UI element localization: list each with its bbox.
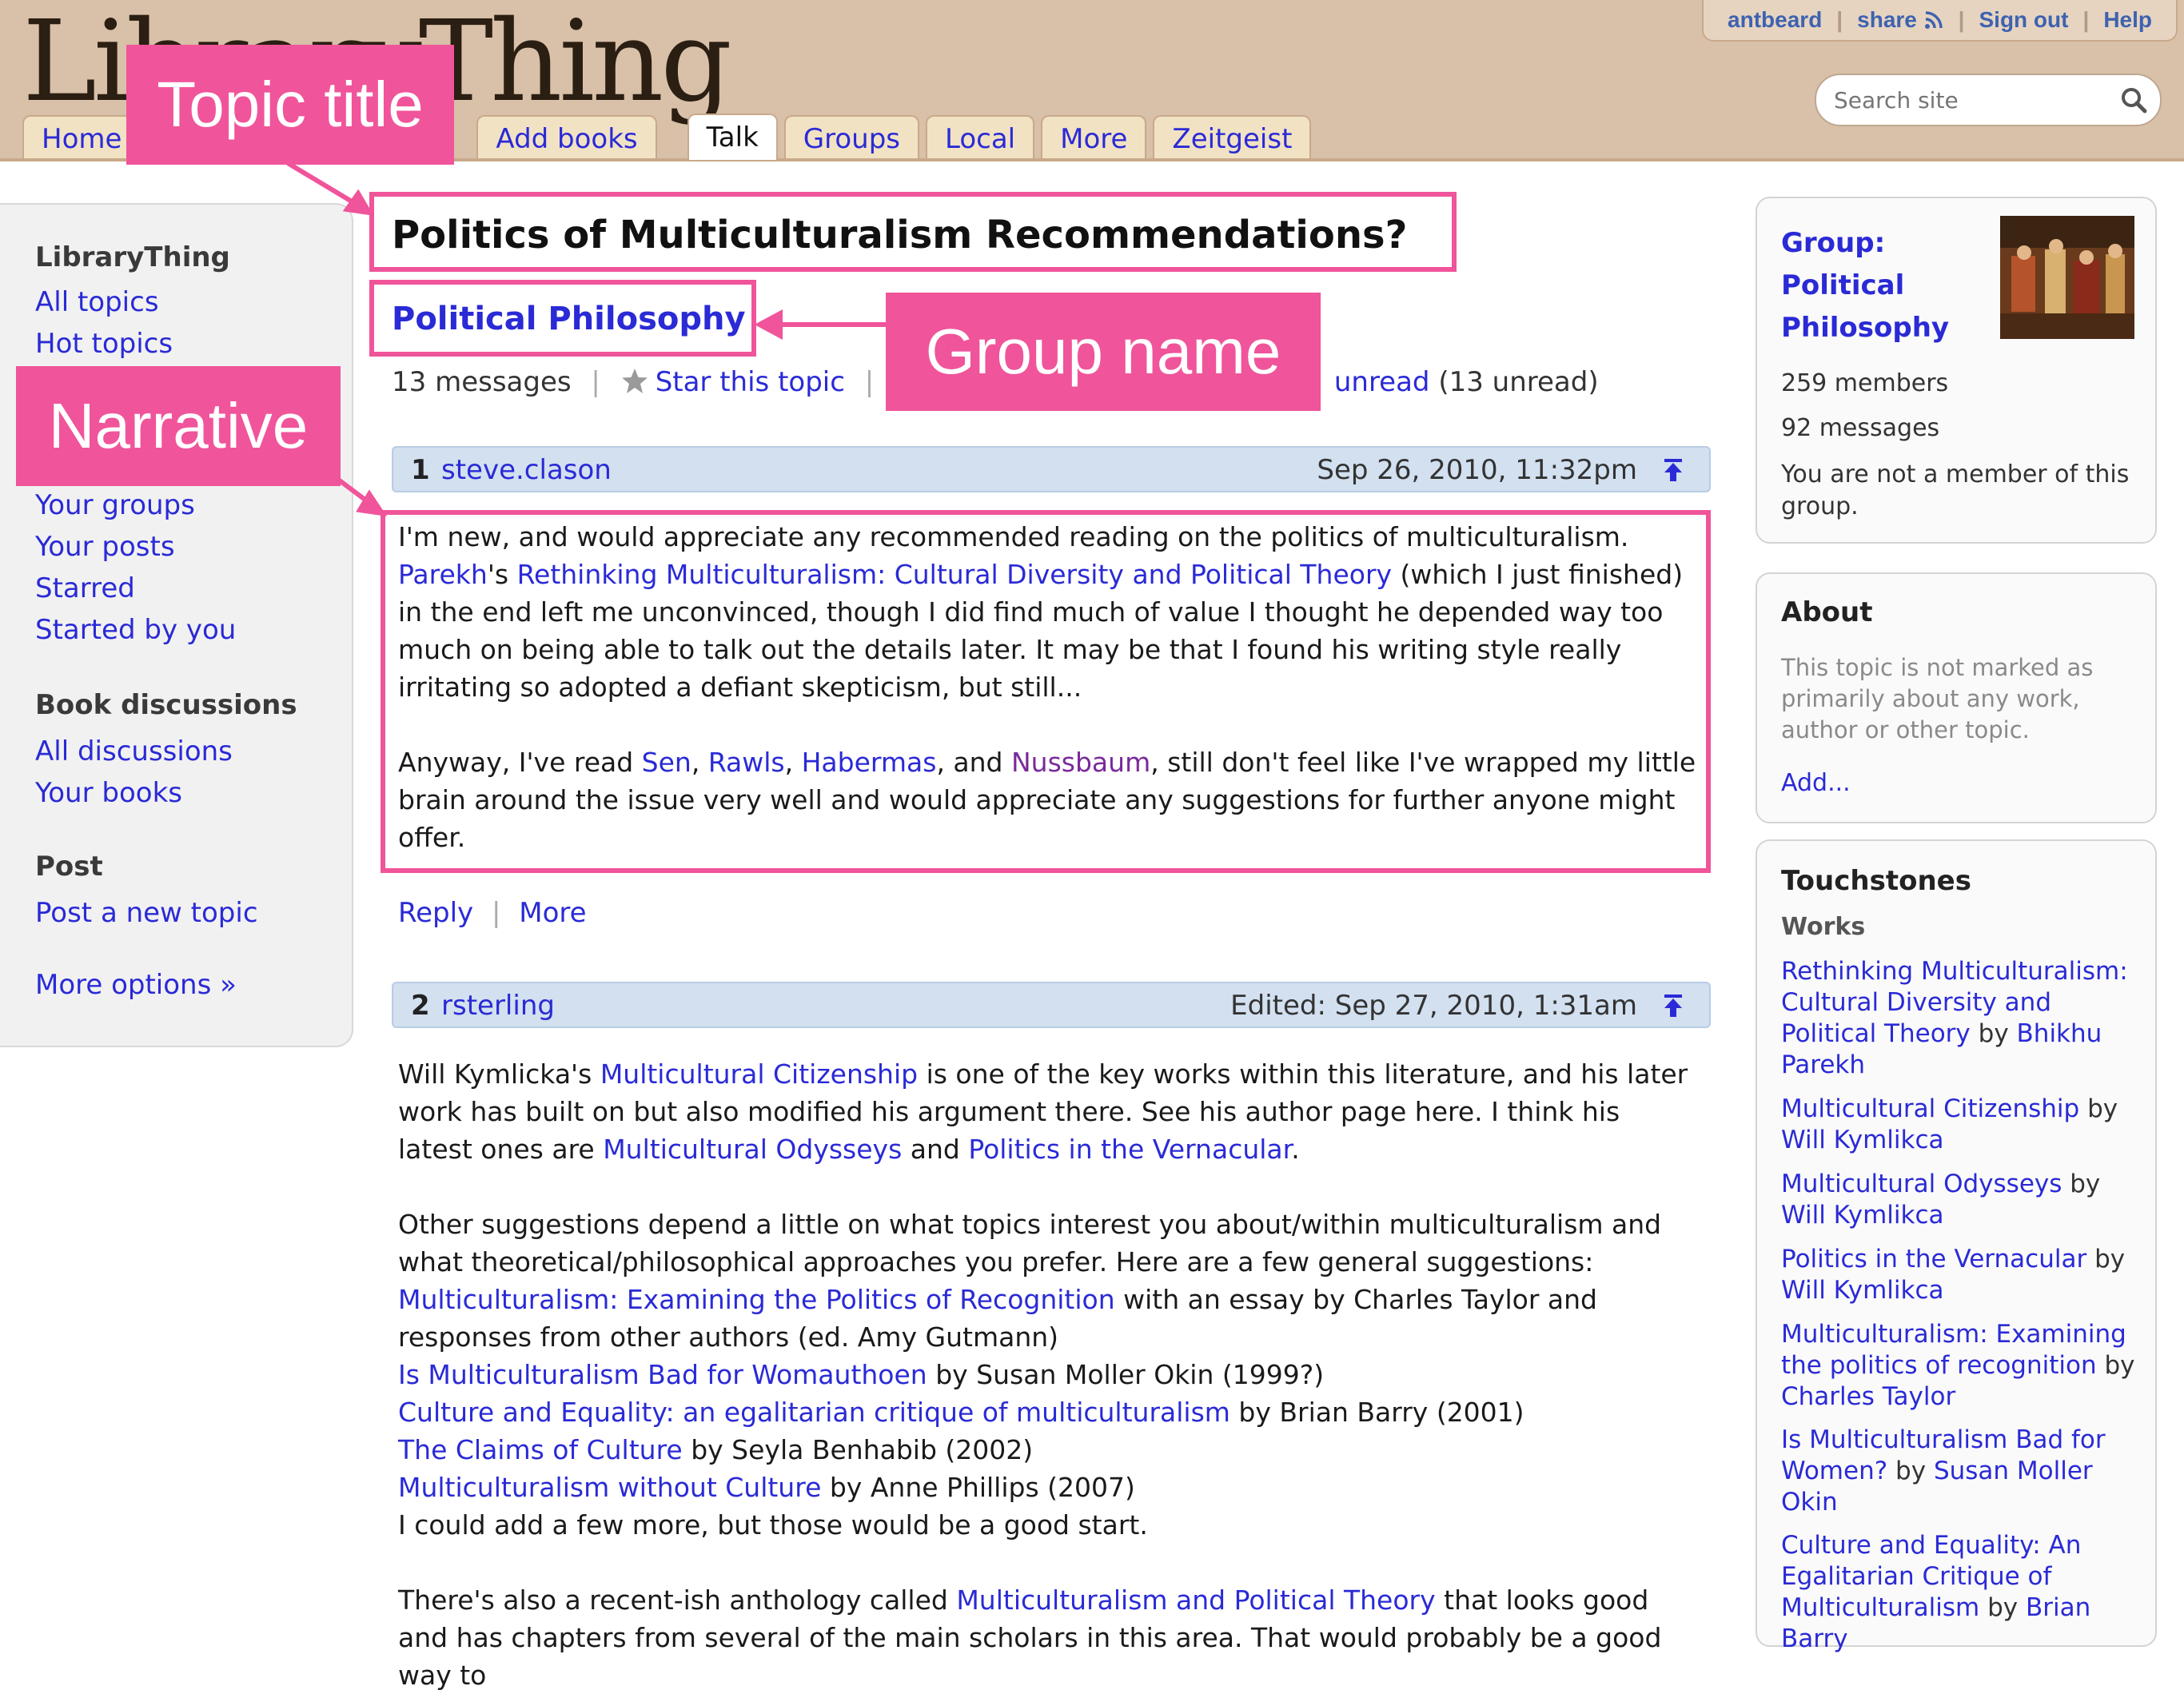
jump-to-top-icon[interactable]	[1661, 993, 1685, 1018]
share-link[interactable]: share	[1843, 7, 1959, 33]
separator: |	[491, 897, 501, 929]
group-info-box: Group: Political Philosophy 259 members …	[1756, 197, 2157, 544]
message-number: 1	[411, 454, 430, 486]
touchstone-item[interactable]: Politics in the Vernacular by Will Kymli…	[1781, 1244, 2141, 1306]
group-image[interactable]	[2000, 216, 2134, 339]
message-date: Sep 26, 2010, 11:32pm	[1317, 454, 1637, 486]
separator: |	[1958, 7, 1965, 32]
sidebar-heading-librarything: LibraryThing	[35, 241, 230, 273]
sidebar-item-post-new-topic[interactable]: Post a new topic	[35, 897, 258, 929]
search-icon[interactable]	[2120, 86, 2147, 114]
touchstones-heading: Touchstones	[1781, 865, 1971, 897]
sidebar-item-all-discussions[interactable]: All discussions	[35, 735, 233, 767]
sidebar-item-hot-topics[interactable]: Hot topics	[35, 328, 173, 360]
tab-groups[interactable]: Groups	[783, 115, 919, 158]
group-message-count: 92 messages	[1781, 414, 1940, 442]
sidebar-heading-post: Post	[35, 851, 103, 883]
callout-narrative: Narrative	[16, 366, 341, 486]
tab-more[interactable]: More	[1041, 115, 1147, 158]
more-button[interactable]: More	[519, 897, 586, 929]
sidebar-item-your-groups[interactable]: Your groups	[35, 489, 195, 521]
book-link[interactable]: Multicultural Citizenship	[600, 1058, 918, 1090]
book-link[interactable]: Is Multiculturalism Bad for Womauthoen	[398, 1359, 927, 1390]
group-name-highlight	[369, 280, 756, 357]
topic-title-highlight	[369, 192, 1457, 272]
sidebar-item-your-posts[interactable]: Your posts	[35, 531, 175, 563]
jump-to-top-icon[interactable]	[1661, 457, 1685, 483]
message-header: 2 rsterling Edited: Sep 27, 2010, 1:31am	[392, 982, 1711, 1028]
touchstone-item[interactable]: Culture and Equality: An Egalitarian Cri…	[1781, 1530, 2141, 1655]
book-link[interactable]: Multicultural Odysseys	[603, 1134, 902, 1165]
sign-out-link[interactable]: Sign out	[1964, 7, 2082, 33]
about-text: This topic is not marked as primarily ab…	[1781, 654, 2094, 743]
rss-icon	[1924, 11, 1943, 29]
touchstones-box: Touchstones Works Rethinking Multicultur…	[1756, 839, 2157, 1653]
search-box	[1815, 74, 2162, 126]
separator: |	[2082, 7, 2090, 32]
tab-talk[interactable]: Talk	[687, 114, 778, 160]
membership-status: You are not a member of this group.	[1781, 460, 2130, 520]
star-icon	[621, 369, 648, 393]
touchstone-item[interactable]: Is Multiculturalism Bad for Women? by Su…	[1781, 1425, 2141, 1518]
talk-sidebar: LibraryThing All topics Hot topics Your …	[0, 203, 353, 1047]
book-link[interactable]: The Claims of Culture	[398, 1434, 683, 1465]
separator: |	[1836, 7, 1843, 32]
unread-link[interactable]: unread	[1334, 366, 1430, 398]
sidebar-more-options[interactable]: More options »	[35, 969, 237, 1001]
tab-zeitgeist[interactable]: Zeitgeist	[1153, 115, 1312, 158]
touchstone-item[interactable]: Multicultural Citizenship by Will Kymlik…	[1781, 1094, 2141, 1156]
sidebar-heading-book-discussions: Book discussions	[35, 689, 297, 721]
star-topic-button[interactable]: Star this topic	[620, 366, 854, 398]
message-number: 2	[411, 990, 430, 1022]
help-link[interactable]: Help	[2089, 7, 2166, 33]
reply-button[interactable]: Reply	[398, 897, 473, 929]
separator: |	[591, 366, 600, 398]
book-link[interactable]: Politics in the Vernacular	[968, 1134, 1291, 1165]
search-input[interactable]	[1832, 83, 2107, 117]
member-count: 259 members	[1781, 369, 1949, 397]
user-link[interactable]: antbeard	[1713, 7, 1836, 33]
callout-group-name: Group name	[886, 293, 1321, 411]
book-link[interactable]: Multiculturalism and Political Theory	[956, 1584, 1435, 1616]
tab-local[interactable]: Local	[926, 115, 1035, 158]
tab-home[interactable]: Home	[22, 115, 141, 158]
touchstone-item[interactable]: Multicultural Odysseys by Will Kymlikca	[1781, 1169, 2141, 1231]
touchstone-item[interactable]: Multiculturalism: Examining the politics…	[1781, 1319, 2141, 1413]
message-header: 1 steve.clason Sep 26, 2010, 11:32pm	[392, 446, 1711, 492]
message-body: Will Kymlicka's Multicultural Citizenshi…	[398, 1058, 1688, 1691]
book-link[interactable]: Multiculturalism: Examining the Politics…	[398, 1284, 1115, 1315]
about-heading: About	[1781, 596, 1873, 628]
sidebar-item-your-books[interactable]: Your books	[35, 777, 182, 809]
works-label: Works	[1781, 913, 1866, 941]
about-add-link[interactable]: Add...	[1781, 769, 1851, 797]
message-author[interactable]: steve.clason	[441, 454, 612, 486]
touchstone-item[interactable]: Rethinking Multiculturalism: Cultural Di…	[1781, 956, 2141, 1081]
sidebar-item-started-by-you[interactable]: Started by you	[35, 614, 236, 646]
book-link[interactable]: Culture and Equality: an egalitarian cri…	[398, 1397, 1230, 1428]
tab-add-books[interactable]: Add books	[476, 115, 657, 158]
sidebar-item-starred[interactable]: Starred	[35, 572, 135, 604]
unread-count: (13 unread)	[1438, 366, 1599, 398]
message-date: Edited: Sep 27, 2010, 1:31am	[1230, 990, 1637, 1022]
about-box: About This topic is not marked as primar…	[1756, 572, 2157, 823]
sidebar-item-all-topics[interactable]: All topics	[35, 286, 159, 318]
message-author[interactable]: rsterling	[441, 990, 555, 1022]
narrative-highlight	[381, 510, 1711, 873]
group-title-link[interactable]: Group: Political Philosophy	[1781, 222, 1949, 349]
message-actions: Reply | More	[398, 897, 587, 929]
book-link[interactable]: Multiculturalism without Culture	[398, 1472, 821, 1503]
top-user-bar: antbeard | share | Sign out | Help	[1702, 0, 2178, 42]
callout-topic-title: Topic title	[126, 45, 454, 165]
message-count: 13 messages	[392, 366, 572, 398]
separator: |	[864, 366, 875, 398]
